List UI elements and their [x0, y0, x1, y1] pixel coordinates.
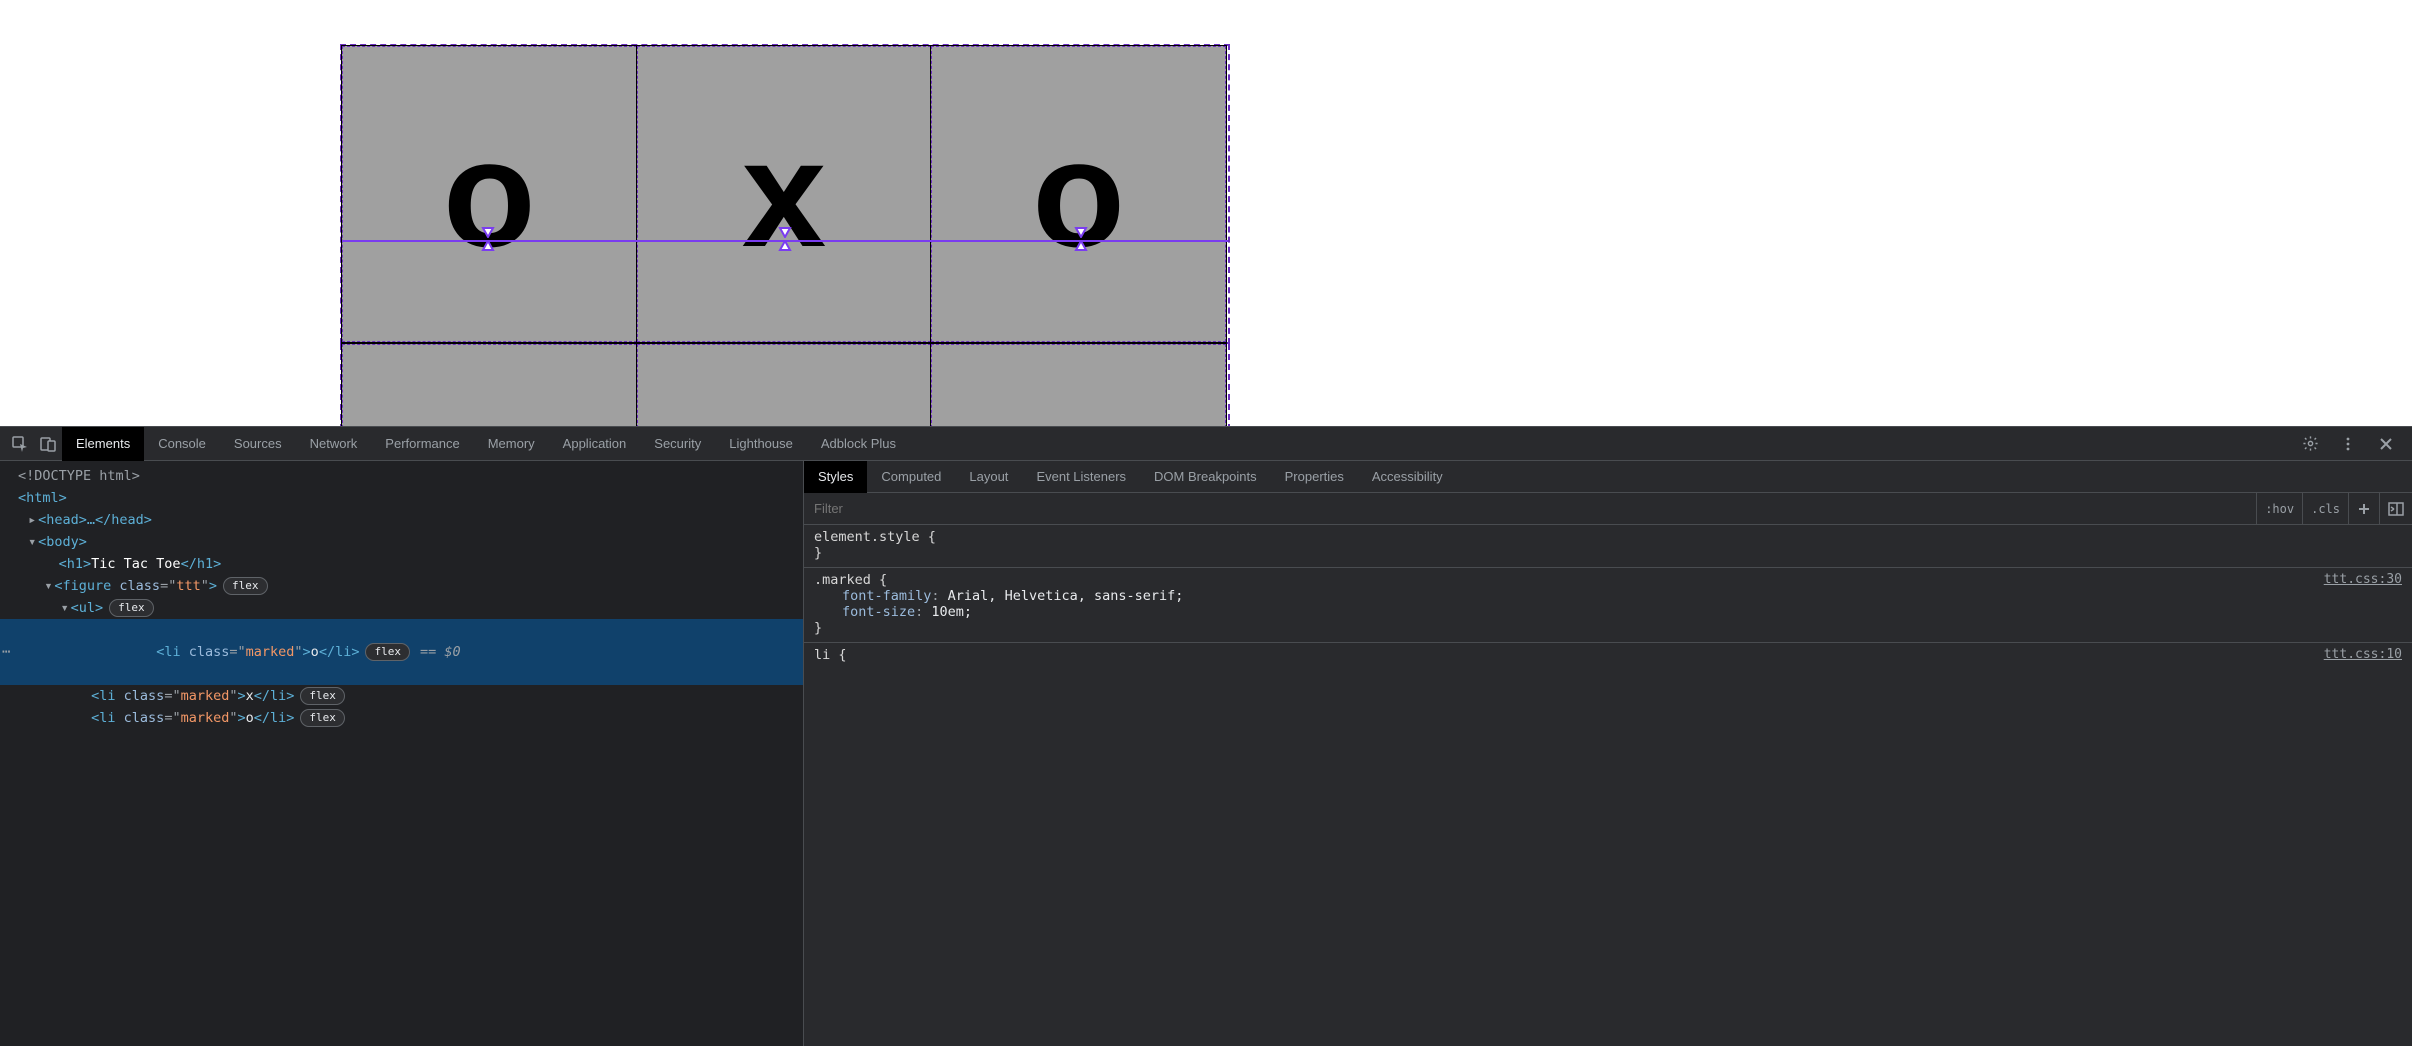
flex-badge[interactable]: flex — [300, 687, 345, 705]
ttt-cell-1[interactable]: x — [637, 46, 932, 342]
baseline-arrow-icon — [479, 226, 497, 256]
dom-attr-name: class — [124, 688, 165, 704]
styles-tab-event-listeners[interactable]: Event Listeners — [1022, 461, 1140, 493]
dom-figure[interactable]: <figure — [54, 578, 119, 594]
styles-tab-styles[interactable]: Styles — [804, 461, 867, 493]
devtools-main-split: <!DOCTYPE html> <html> ▸<head>…</head> ▾… — [0, 461, 2412, 1046]
cls-toggle[interactable]: .cls — [2303, 493, 2349, 524]
rule-prop-value[interactable]: 10em; — [931, 604, 972, 620]
styles-rules[interactable]: element.style { } ttt.css:30 .marked { f… — [804, 525, 2412, 669]
dom-doctype[interactable]: <!DOCTYPE html> — [18, 468, 140, 484]
dom-head[interactable]: <head>…</head> — [38, 512, 152, 528]
devtools-panel: Elements Console Sources Network Perform… — [0, 426, 2412, 1046]
disclosure-triangle-icon[interactable]: ▸ — [26, 509, 38, 531]
dom-h1-text: Tic Tac Toe — [91, 556, 180, 572]
dom-attr-val: marked — [181, 710, 230, 726]
tab-network[interactable]: Network — [296, 427, 372, 461]
dom-tree[interactable]: <!DOCTYPE html> <html> ▸<head>…</head> ▾… — [0, 461, 803, 1046]
tab-performance[interactable]: Performance — [371, 427, 473, 461]
dom-attr-name: class — [124, 710, 165, 726]
styles-tab-layout[interactable]: Layout — [955, 461, 1022, 493]
flex-badge[interactable]: flex — [223, 577, 268, 595]
rule-prop-name[interactable]: font-family — [842, 588, 931, 604]
dom-attr-name: class — [119, 578, 160, 594]
dom-h1[interactable]: <h1> — [59, 556, 92, 572]
tab-memory[interactable]: Memory — [474, 427, 549, 461]
styles-filter-bar: :hov .cls — [804, 493, 2412, 525]
tab-adblock-plus[interactable]: Adblock Plus — [807, 427, 910, 461]
hov-toggle[interactable]: :hov — [2257, 493, 2303, 524]
rule-prop-name[interactable]: font-size — [842, 604, 915, 620]
dom-selected-node[interactable]: ⋯ <li class="marked">o</li>flex== $0 — [0, 619, 803, 685]
styles-tab-accessibility[interactable]: Accessibility — [1358, 461, 1457, 493]
dom-li[interactable]: <li — [91, 688, 124, 704]
rule-source-link[interactable]: ttt.css:30 — [2324, 572, 2402, 587]
tab-application[interactable]: Application — [549, 427, 641, 461]
styles-tab-computed[interactable]: Computed — [867, 461, 955, 493]
rule-close-brace: } — [814, 620, 822, 636]
baseline-arrow-icon — [1072, 226, 1090, 256]
inspect-element-icon[interactable] — [6, 430, 34, 458]
dom-html-open[interactable]: <html> — [18, 490, 67, 506]
ttt-cell-4[interactable] — [637, 344, 932, 426]
kebab-menu-icon[interactable] — [2334, 430, 2362, 458]
tab-sources[interactable]: Sources — [220, 427, 296, 461]
devtools-tabstrip: Elements Console Sources Network Perform… — [0, 427, 2412, 461]
dom-h1-close: </h1> — [181, 556, 222, 572]
computed-toggle-icon[interactable] — [2380, 493, 2412, 524]
li-rule[interactable]: ttt.css:10 li { — [804, 643, 2412, 669]
rule-selector: element.style { — [814, 529, 936, 545]
dom-li-text: o — [246, 710, 254, 726]
rule-source-link[interactable]: ttt.css:10 — [2324, 647, 2402, 662]
dom-li-text: o — [311, 644, 319, 660]
dom-li-text: x — [246, 688, 254, 704]
dom-li[interactable]: <li — [91, 710, 124, 726]
styles-panel: Styles Computed Layout Event Listeners D… — [803, 461, 2412, 1046]
dom-attr-name: class — [189, 644, 230, 660]
ttt-cell-5[interactable] — [931, 344, 1226, 426]
close-icon[interactable] — [2372, 430, 2400, 458]
ellipsis-icon[interactable]: ⋯ — [2, 641, 10, 663]
new-style-rule-icon[interactable] — [2349, 493, 2380, 524]
marked-rule[interactable]: ttt.css:30 .marked { font-family: Arial,… — [804, 568, 2412, 643]
disclosure-triangle-icon[interactable]: ▾ — [42, 575, 54, 597]
element-style-rule[interactable]: element.style { } — [804, 525, 2412, 568]
flex-badge[interactable]: flex — [109, 599, 154, 617]
dom-ul[interactable]: <ul> — [71, 600, 104, 616]
tab-lighthouse[interactable]: Lighthouse — [715, 427, 807, 461]
device-toolbar-icon[interactable] — [34, 430, 62, 458]
dom-attr-val: ttt — [176, 578, 200, 594]
ttt-cell-3[interactable] — [342, 344, 637, 426]
disclosure-triangle-icon[interactable]: ▾ — [59, 597, 71, 619]
page-viewport: o x o — [0, 0, 2412, 426]
ttt-grid: o x o — [340, 44, 1230, 344]
gear-icon[interactable] — [2296, 430, 2324, 458]
styles-tab-dom-breakpoints[interactable]: DOM Breakpoints — [1140, 461, 1271, 493]
flex-badge[interactable]: flex — [365, 643, 410, 661]
rule-close-brace: } — [814, 545, 822, 561]
styles-tab-properties[interactable]: Properties — [1271, 461, 1358, 493]
styles-filter-input[interactable] — [804, 493, 2256, 524]
dom-attr-val: marked — [246, 644, 295, 660]
disclosure-triangle-icon[interactable]: ▾ — [26, 531, 38, 553]
tab-elements[interactable]: Elements — [62, 427, 144, 461]
tab-console[interactable]: Console — [144, 427, 220, 461]
dom-attr-val: marked — [181, 688, 230, 704]
ttt-grid-row2 — [340, 344, 1230, 426]
ttt-cell-2[interactable]: o — [931, 46, 1226, 342]
dom-eq0-hint: == $0 — [420, 644, 461, 660]
ttt-board-highlight: o x o — [340, 44, 1230, 426]
rule-selector: .marked { — [814, 572, 887, 588]
tab-security[interactable]: Security — [640, 427, 715, 461]
rule-prop-value[interactable]: Arial, Helvetica, sans-serif; — [948, 588, 1184, 604]
ttt-cell-0[interactable]: o — [342, 46, 637, 342]
dom-body-open[interactable]: <body> — [38, 534, 87, 550]
flex-badge[interactable]: flex — [300, 709, 345, 727]
styles-tabstrip: Styles Computed Layout Event Listeners D… — [804, 461, 2412, 493]
rule-selector: li { — [814, 647, 847, 663]
baseline-arrow-icon — [776, 226, 794, 256]
